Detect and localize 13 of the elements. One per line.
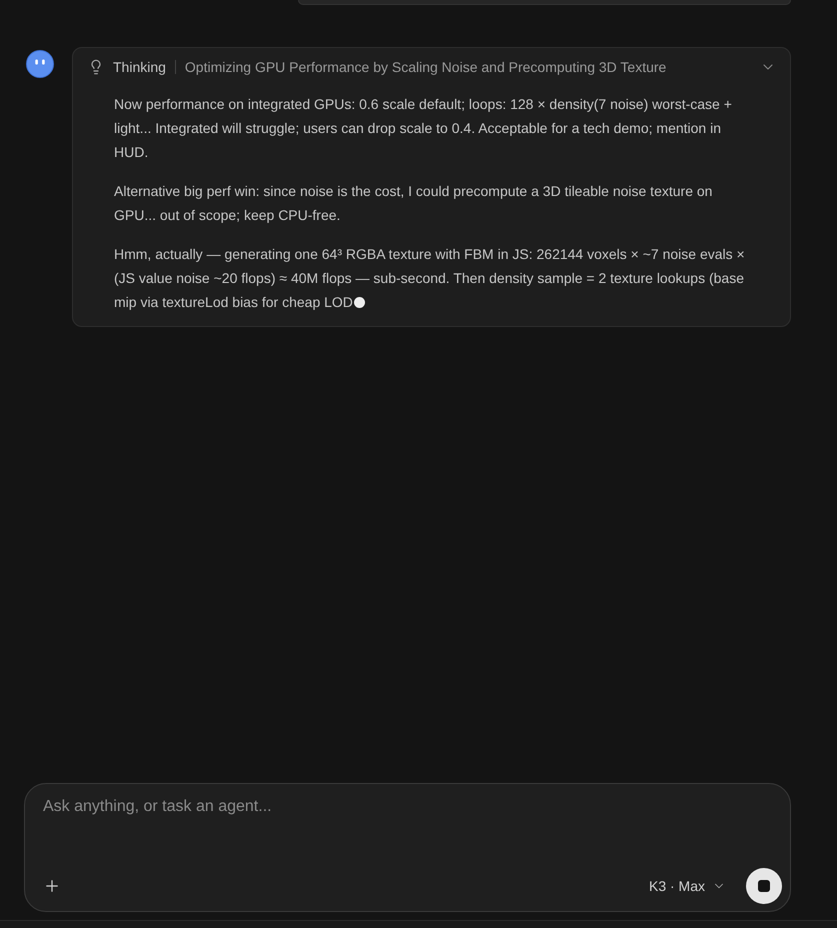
thinking-title: Optimizing GPU Performance by Scaling Noise and Precomputing 3D Texture: [184, 59, 668, 75]
thinking-paragraph: Alternative big perf win: since noise is the cost, I could precompute a 3D tileable noise texture on GPU... out of scope; keep CPU-free.: [114, 182, 714, 225]
model-selector[interactable]: K3 · Max: [648, 878, 726, 894]
avatar-icon: [26, 50, 54, 78]
thinking-label: Thinking: [113, 59, 166, 75]
thinking-paragraph: Now performance on integrated GPUs: 0.6 scale default; loops: 128 × density(7 noise) worst-case + light... Integrated will struggle; users can drop scale to 0.4. Acceptable for a tech demo; mention in HUD.: [114, 95, 733, 162]
thinking-paragraph: Hmm, actually — generating one 64³ RGBA texture with FBM in JS: 262144 voxels × ~7 noise evals × (JS value noise ~20 flops) ≈ 40M flops — sub-second. Then density sample = 2 texture lookups (base mip via textureLod bias for cheap LOD: [114, 245, 746, 312]
stop-button[interactable]: [746, 868, 782, 904]
plus-icon: [43, 877, 61, 895]
attach-button[interactable]: [43, 877, 61, 895]
message-input[interactable]: Ask anything, or task an agent...: [43, 796, 782, 868]
stop-icon: [758, 880, 770, 892]
message-composer[interactable]: Ask anything, or task an agent... K3 · Max: [24, 783, 791, 912]
